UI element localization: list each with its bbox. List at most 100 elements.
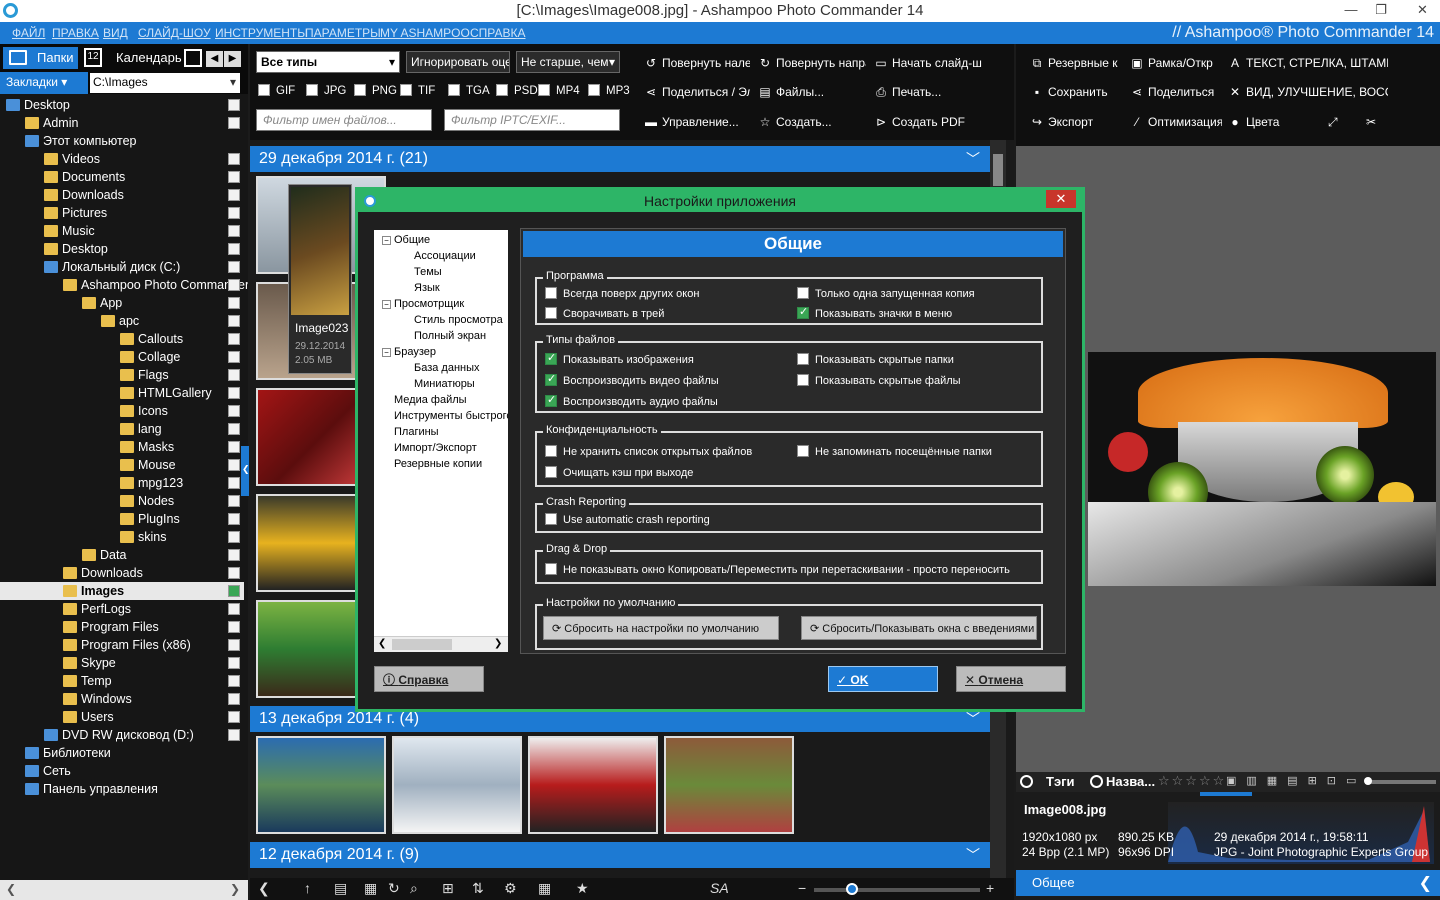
tree-item[interactable]: Локальный диск (C:) [0, 258, 244, 276]
tree-item[interactable]: Панель управления [0, 780, 244, 798]
tree-item-checkbox[interactable] [228, 675, 240, 687]
filetype-checkbox[interactable]: TIF [400, 84, 435, 97]
checkbox-box[interactable] [588, 84, 600, 96]
no-visited-checkbox[interactable]: Не запоминать посещённые папки [797, 445, 992, 458]
checkbox-box[interactable] [306, 84, 318, 96]
chevron-down-icon[interactable]: ﹀ [966, 146, 980, 172]
collapse-icon[interactable]: − [382, 236, 391, 245]
tree-item[interactable]: Desktop [0, 240, 244, 258]
tree-item-checkbox[interactable] [228, 189, 240, 201]
scroll-thumb[interactable] [993, 154, 1003, 186]
tree-item[interactable]: HTMLGallery [0, 384, 244, 402]
tree-item[interactable]: Mouse [0, 456, 244, 474]
nav-item[interactable]: Стиль просмотра [414, 314, 503, 326]
nav-item[interactable]: Полный экран [414, 330, 486, 342]
tree-item-checkbox[interactable] [228, 621, 240, 633]
tab-name[interactable]: Назва... [1106, 774, 1155, 789]
tree-item[interactable]: skins [0, 528, 244, 546]
tree-item[interactable]: Pictures [0, 204, 244, 222]
tree-item[interactable]: apc [0, 312, 244, 330]
checkbox-box[interactable] [496, 84, 508, 96]
rotate-left-button[interactable]: ↺ Повернуть нале [644, 56, 750, 70]
viewer-slider[interactable] [1366, 780, 1436, 784]
panel-toggle-icon[interactable] [184, 49, 202, 67]
nav-item[interactable]: Медиа файлы [394, 394, 467, 406]
radio-icon[interactable] [1090, 775, 1103, 788]
rotate-right-button[interactable]: ↻ Повернуть напра [758, 56, 866, 70]
menu-help[interactable]: СПРАВКА [470, 26, 526, 40]
tree-item[interactable]: Downloads [0, 186, 244, 204]
always-on-top-checkbox[interactable]: Всегда поверх других окон [545, 287, 699, 300]
tree-item-checkbox[interactable] [228, 279, 240, 291]
sort-icon[interactable]: ⇅ [472, 880, 484, 897]
tree-item-checkbox[interactable] [228, 459, 240, 471]
checkbox-box[interactable] [797, 374, 809, 386]
menu-icons-checkbox[interactable]: Показывать значки в меню [797, 305, 952, 320]
tree-item[interactable]: Библиотеки [0, 744, 244, 762]
bookmarks-button[interactable]: Закладки ▾ [0, 72, 88, 94]
tree-item-checkbox[interactable] [228, 423, 240, 435]
thumbnail[interactable] [528, 736, 658, 834]
menu-my-ashampoo[interactable]: MY ASHAMPOO [380, 26, 470, 40]
zoom-in-icon[interactable]: + [986, 880, 994, 896]
colors-button[interactable]: ● Цвета [1228, 115, 1308, 129]
share-email-button[interactable]: ⋖ Поделиться / Эл [644, 85, 750, 99]
tree-item[interactable]: App [0, 294, 244, 312]
tree-item[interactable]: Program Files [0, 618, 244, 636]
tree-item-checkbox[interactable] [228, 693, 240, 705]
view-mode-icon[interactable]: ▦ [538, 880, 551, 897]
checkbox-box[interactable] [545, 372, 557, 386]
checkbox-box[interactable] [545, 513, 557, 525]
checkbox-box[interactable] [354, 84, 366, 96]
tree-item-checkbox[interactable] [228, 99, 240, 111]
nav-item[interactable]: Плагины [394, 426, 439, 438]
tree-item[interactable]: Documents [0, 168, 244, 186]
tree-item-checkbox[interactable] [228, 711, 240, 723]
tree-item[interactable]: Collage [0, 348, 244, 366]
checkbox-box[interactable] [545, 393, 557, 407]
tree-item[interactable]: Skype [0, 654, 244, 672]
nav-forward-button[interactable]: ▶ [224, 51, 241, 67]
crash-report-checkbox[interactable]: Use automatic crash reporting [545, 513, 710, 526]
tab-tags[interactable]: Тэги [1046, 774, 1075, 789]
nav-item[interactable]: − Браузер [382, 346, 436, 358]
filetype-checkbox[interactable]: PNG [354, 84, 397, 97]
checkbox-box[interactable] [538, 84, 550, 96]
filetype-checkbox[interactable]: PSD [496, 84, 538, 97]
thumbnail[interactable] [392, 736, 522, 834]
tree-item[interactable]: Ashampoo Photo Commander 14 [0, 276, 248, 294]
tree-item-checkbox[interactable] [228, 531, 240, 543]
tree-item-checkbox[interactable] [228, 171, 240, 183]
share-button[interactable]: ⋖ Поделиться [1130, 85, 1222, 99]
tree-item-checkbox[interactable] [228, 261, 240, 273]
maximize-button[interactable]: ❐ [1366, 0, 1396, 20]
checkbox-box[interactable] [400, 84, 412, 96]
checkbox-box[interactable] [448, 84, 460, 96]
tree-item-checkbox[interactable] [228, 297, 240, 309]
frame-button[interactable]: ▣ Рамка/Откр [1130, 56, 1222, 70]
zoom-slider-thumb[interactable] [846, 883, 858, 895]
tree-item-checkbox[interactable] [228, 117, 240, 129]
nav-item[interactable]: Темы [414, 266, 442, 278]
checkbox-box[interactable] [545, 307, 557, 319]
close-button[interactable]: ✕ [1405, 0, 1440, 20]
viewer-slider-thumb[interactable] [1364, 777, 1372, 785]
scroll-thumb[interactable] [392, 639, 452, 650]
checkbox-box[interactable] [545, 351, 557, 365]
tree-item-checkbox[interactable] [228, 207, 240, 219]
refresh-icon[interactable]: ↻ [388, 880, 400, 897]
no-move-window-checkbox[interactable]: Не показывать окно Копировать/Переместит… [545, 563, 1010, 576]
ignore-rating-button[interactable]: Игнорировать оцен [406, 51, 510, 73]
nav-item[interactable]: Импорт/Экспорт [394, 442, 477, 454]
tree-item-checkbox[interactable] [228, 153, 240, 165]
reset-defaults-button[interactable]: ⟳ Сбросить на настройки по умолчанию [543, 616, 779, 640]
gear-icon[interactable]: ⚙ [504, 880, 517, 897]
create-button[interactable]: ☆ Создать... [758, 115, 866, 129]
checkbox-box[interactable] [797, 445, 809, 457]
tree-item-checkbox[interactable] [228, 405, 240, 417]
single-instance-checkbox[interactable]: Только одна запущенная копия [797, 287, 975, 300]
tree-item[interactable]: Desktop [0, 96, 244, 114]
tree-item[interactable]: Temp [0, 672, 244, 690]
tree-item-checkbox[interactable] [228, 225, 240, 237]
filename-filter-input[interactable]: Фильтр имен файлов... [256, 109, 432, 131]
